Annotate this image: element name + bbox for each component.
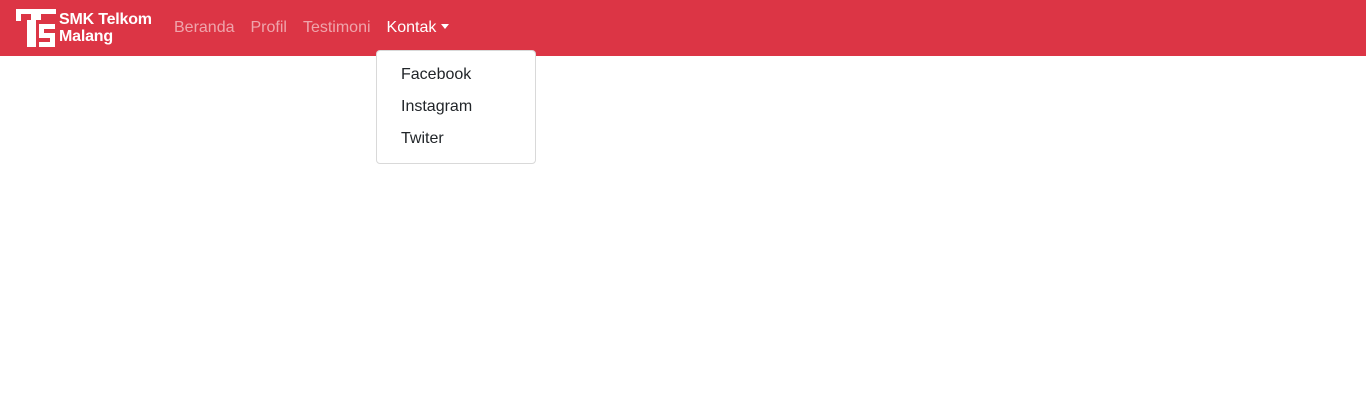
nav-link-beranda[interactable]: Beranda bbox=[166, 16, 243, 40]
dropdown-item-twiter[interactable]: Twiter bbox=[377, 123, 535, 155]
navbar: SMK Telkom Malang Beranda Profil Testimo… bbox=[0, 0, 1366, 56]
nav-link-kontak[interactable]: Kontak bbox=[379, 16, 458, 40]
main-nav: Beranda Profil Testimoni Kontak bbox=[166, 0, 457, 56]
nav-link-profil[interactable]: Profil bbox=[243, 16, 295, 40]
nav-link-testimoni[interactable]: Testimoni bbox=[295, 16, 379, 40]
nav-link-kontak-label: Kontak bbox=[386, 19, 437, 36]
dropdown-item-instagram[interactable]: Instagram bbox=[377, 91, 535, 123]
ts-logo-icon bbox=[16, 9, 56, 47]
brand-link[interactable]: SMK Telkom Malang bbox=[16, 9, 152, 47]
brand-name: SMK Telkom Malang bbox=[59, 11, 152, 45]
kontak-dropdown-menu: Facebook Instagram Twiter bbox=[376, 50, 536, 164]
caret-down-icon bbox=[441, 24, 450, 29]
brand-name-line1: SMK Telkom bbox=[59, 11, 152, 28]
dropdown-item-facebook[interactable]: Facebook bbox=[377, 59, 535, 91]
brand-name-line2: Malang bbox=[59, 28, 113, 45]
